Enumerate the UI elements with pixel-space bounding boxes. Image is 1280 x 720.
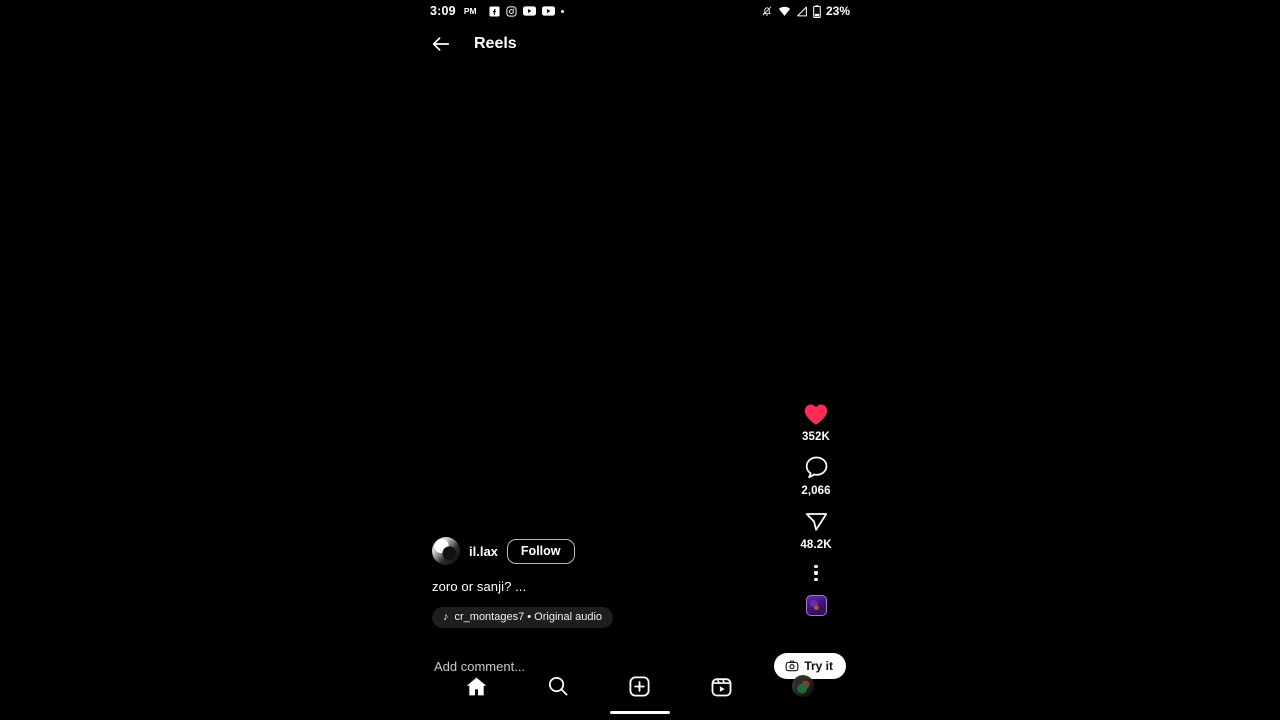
status-ampm: PM bbox=[463, 6, 477, 16]
audio-attribution-pill[interactable]: ♪ cr_montages7 • Original audio bbox=[432, 607, 614, 628]
youtube-icon bbox=[541, 6, 555, 16]
post-author-row: il.lax Follow bbox=[432, 537, 722, 565]
signal-icon bbox=[796, 6, 808, 17]
profile-avatar-icon[interactable] bbox=[792, 675, 815, 697]
battery-percent: 23% bbox=[825, 4, 850, 18]
nav-item-reels[interactable] bbox=[699, 669, 745, 703]
audio-label: cr_montages7 • Original audio bbox=[454, 611, 603, 623]
action-rail: 352K 2,066 48.2K bbox=[790, 402, 842, 616]
like-action[interactable]: 352K bbox=[802, 402, 830, 443]
follow-button[interactable]: Follow bbox=[506, 538, 575, 564]
facebook-icon bbox=[489, 5, 500, 17]
comment-action[interactable]: 2,066 bbox=[801, 455, 831, 497]
nav-item-search[interactable] bbox=[535, 669, 581, 703]
plus-square-icon[interactable] bbox=[628, 675, 651, 698]
audio-thumbnail[interactable] bbox=[805, 595, 827, 616]
overflow-dot-icon bbox=[560, 9, 564, 13]
music-note-icon: ♪ bbox=[443, 610, 449, 623]
heart-icon[interactable] bbox=[803, 402, 829, 426]
share-count: 48.2K bbox=[800, 538, 832, 551]
status-bar: 3:09 PM 23% bbox=[420, 0, 860, 22]
home-indicator bbox=[610, 711, 670, 714]
bell-muted-icon bbox=[761, 5, 773, 17]
search-icon[interactable] bbox=[547, 675, 569, 697]
status-bar-right: 23% bbox=[761, 4, 850, 18]
wifi-icon bbox=[778, 6, 791, 17]
more-vertical-icon[interactable] bbox=[814, 564, 818, 581]
youtube-icon bbox=[522, 6, 536, 16]
share-icon[interactable] bbox=[804, 509, 829, 534]
post-meta: il.lax Follow zoro or sanji? ... ♪ cr_mo… bbox=[432, 537, 722, 628]
share-action[interactable]: 48.2K bbox=[800, 509, 831, 551]
reels-icon[interactable] bbox=[710, 675, 733, 698]
comment-icon[interactable] bbox=[804, 455, 829, 480]
nav-item-create[interactable] bbox=[617, 669, 663, 703]
username[interactable]: il.lax bbox=[469, 544, 498, 559]
home-icon[interactable] bbox=[465, 675, 488, 698]
status-bar-left: 3:09 PM bbox=[430, 4, 564, 18]
instagram-icon bbox=[506, 5, 517, 17]
back-arrow-icon[interactable] bbox=[430, 33, 452, 55]
screen-root: 3:09 PM 23% Reels 352K 2,066 48.2K il.la… bbox=[0, 0, 1280, 720]
nav-item-home[interactable] bbox=[454, 669, 500, 703]
phone-viewport: 3:09 PM 23% Reels 352K 2,066 48.2K il.la… bbox=[420, 0, 860, 720]
nav-item-profile[interactable] bbox=[780, 669, 826, 703]
avatar[interactable] bbox=[432, 537, 460, 565]
reels-header: Reels bbox=[420, 26, 860, 62]
post-caption[interactable]: zoro or sanji? ... bbox=[432, 579, 722, 594]
page-title: Reels bbox=[474, 35, 517, 52]
like-count: 352K bbox=[802, 430, 830, 443]
comment-count: 2,066 bbox=[801, 484, 831, 497]
battery-icon bbox=[813, 4, 821, 18]
status-time: 3:09 bbox=[430, 4, 456, 18]
